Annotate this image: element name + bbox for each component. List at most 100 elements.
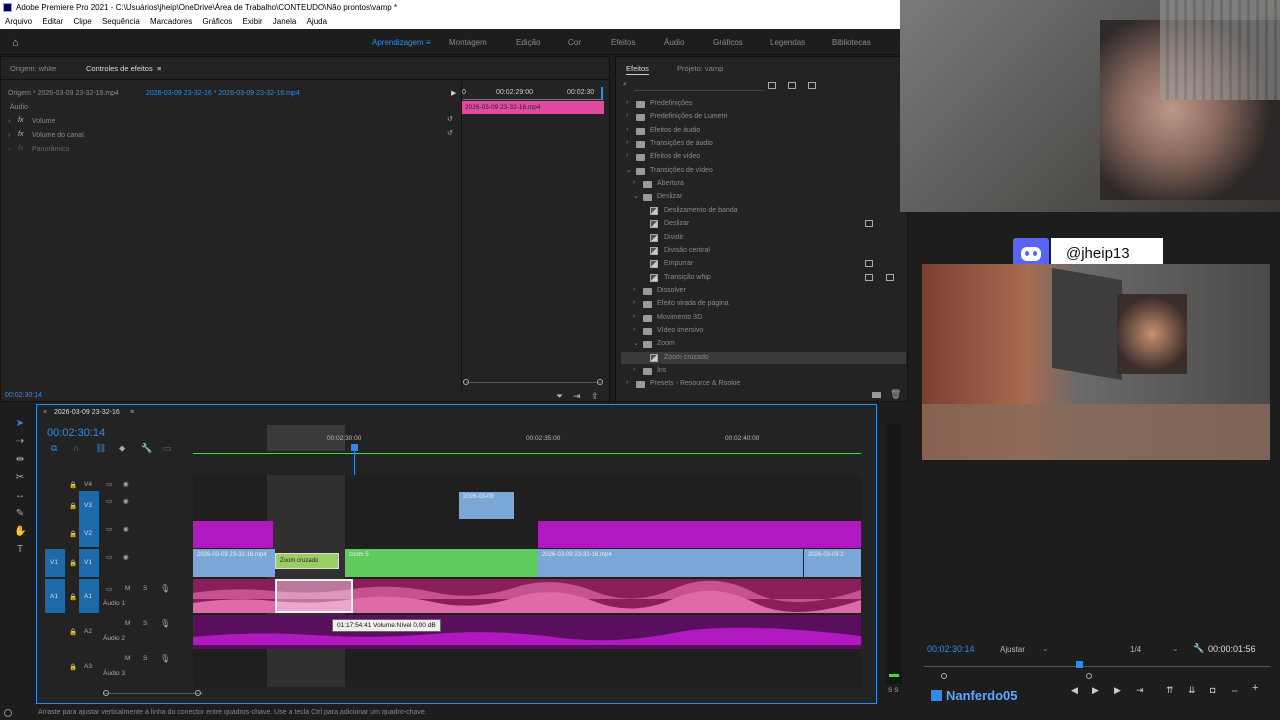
- resolution-dropdown[interactable]: 1/4: [1130, 645, 1141, 654]
- chevron-right-icon[interactable]: ›: [633, 313, 635, 320]
- tab-project[interactable]: Projeto: vamp: [677, 64, 723, 73]
- tree-item[interactable]: Efeitos de vídeo: [650, 153, 700, 160]
- hand-tool-icon[interactable]: ✋: [14, 526, 26, 538]
- solo-button[interactable]: S: [143, 585, 147, 592]
- menu-janela[interactable]: Janela: [273, 15, 297, 29]
- clip-v3[interactable]: 2026-03-09: [459, 492, 514, 519]
- chevron-right-icon[interactable]: ›: [626, 99, 628, 106]
- workspace-tab-montagem[interactable]: Montagem: [449, 38, 487, 47]
- tree-item[interactable]: Zoom: [657, 340, 675, 347]
- toggle-sync-icon[interactable]: ▭: [106, 585, 112, 593]
- tab-effects[interactable]: Efeitos: [626, 64, 649, 73]
- toggle-sync-icon[interactable]: ▭: [106, 553, 112, 561]
- menu-ajuda[interactable]: Ajuda: [307, 15, 327, 29]
- captions-icon[interactable]: ▭: [163, 443, 172, 454]
- effect-row-panner[interactable]: Panorâmico: [32, 146, 69, 153]
- tree-item[interactable]: Movimento 3D: [657, 314, 702, 321]
- tree-item[interactable]: Transições de vídeo: [650, 167, 713, 174]
- clip-a2[interactable]: [193, 615, 861, 649]
- track-v2-label[interactable]: V2: [84, 530, 92, 537]
- type-tool-icon[interactable]: T: [14, 544, 26, 556]
- menu-graficos[interactable]: Gráficos: [203, 15, 233, 29]
- toggle-sync-icon[interactable]: ▭: [106, 525, 112, 533]
- timeline-zoom-bar[interactable]: [103, 693, 203, 694]
- selection-tool-icon[interactable]: ➤: [14, 418, 26, 430]
- workspace-tab-cor[interactable]: Cor: [568, 38, 581, 47]
- workspace-tab-legendas[interactable]: Legendas: [770, 38, 805, 47]
- tree-item[interactable]: Deslizamento de banda: [664, 207, 738, 214]
- lock-icon[interactable]: 🔒: [69, 628, 77, 636]
- step-back-icon[interactable]: ◀: [1071, 685, 1078, 696]
- linked-selection-icon[interactable]: ⛓: [95, 443, 106, 454]
- chevron-right-icon[interactable]: ›: [626, 152, 628, 159]
- program-timecode[interactable]: 00:02:30:14: [927, 644, 975, 654]
- wrench-icon[interactable]: 🔧: [141, 443, 152, 454]
- lift-icon[interactable]: ⇈: [1166, 685, 1174, 696]
- chevron-right-icon[interactable]: ›: [8, 118, 10, 125]
- chevron-right-icon[interactable]: ›: [8, 132, 10, 139]
- program-playhead[interactable]: [1076, 661, 1083, 668]
- chevron-down-icon[interactable]: ⌄: [633, 192, 639, 200]
- tree-item[interactable]: Efeitos de áudio: [650, 127, 700, 134]
- solo-button[interactable]: S: [143, 655, 147, 662]
- add-button-icon[interactable]: +: [1252, 682, 1258, 694]
- eye-icon[interactable]: ◉: [123, 525, 129, 533]
- new-bin-icon[interactable]: [872, 392, 881, 398]
- source-clip-name[interactable]: Origem * 2026-03-09 23-32-16.mp4: [8, 90, 119, 97]
- wrench-icon[interactable]: 🔧: [1193, 643, 1204, 654]
- effect-row-volume[interactable]: Volume: [32, 118, 55, 125]
- mute-button[interactable]: M: [125, 585, 130, 592]
- chevron-down-icon[interactable]: ⌄: [626, 166, 632, 174]
- chevron-down-icon[interactable]: ⌄: [633, 339, 639, 347]
- close-tab-icon[interactable]: ×: [43, 409, 47, 416]
- track-a1-label[interactable]: A1: [84, 593, 92, 600]
- track-select-tool-icon[interactable]: ⇢: [14, 436, 26, 448]
- tree-item[interactable]: Abertura: [657, 180, 684, 187]
- lock-icon[interactable]: 🔒: [69, 663, 77, 671]
- menu-arquivo[interactable]: Arquivo: [5, 15, 32, 29]
- workspace-tab-edicao[interactable]: Edição: [516, 38, 540, 47]
- zoom-scrollbar[interactable]: [466, 382, 601, 383]
- program-zoom-left[interactable]: [941, 673, 947, 679]
- chevron-right-icon[interactable]: ›: [626, 126, 628, 133]
- transition-zoom-cruzado[interactable]: Zoom cruzado: [275, 553, 339, 569]
- tree-item[interactable]: Efeito virada de página: [657, 300, 729, 307]
- pen-tool-icon[interactable]: ✎: [14, 508, 26, 520]
- sequence-menu-icon[interactable]: ≡: [130, 409, 134, 416]
- chevron-right-icon[interactable]: ›: [633, 299, 635, 306]
- extract-icon[interactable]: ⇊: [1188, 685, 1196, 696]
- meter-solo-labels[interactable]: S S: [888, 687, 898, 694]
- delete-icon[interactable]: 🗑: [890, 389, 901, 400]
- fx-icon[interactable]: fx: [18, 117, 23, 124]
- menu-editar[interactable]: Editar: [42, 15, 63, 29]
- workspace-menu-icon[interactable]: ≡: [426, 38, 431, 47]
- chevron-down-icon[interactable]: ⌄: [1042, 644, 1049, 653]
- snap-icon[interactable]: ∩: [73, 443, 79, 453]
- clip-v1-zoom[interactable]: zoom 5: [345, 549, 538, 577]
- compare-icon[interactable]: ⇔: [1230, 685, 1239, 695]
- mic-icon[interactable]: 🎙: [160, 584, 170, 593]
- tree-item[interactable]: Presets - Resource & Rookie: [650, 380, 740, 387]
- tree-item[interactable]: Predefinições: [650, 100, 692, 107]
- track-a2-label[interactable]: A2: [84, 628, 92, 635]
- playhead-marker[interactable]: [601, 87, 603, 99]
- tab-effect-controls[interactable]: Controles de efeitos: [86, 64, 153, 73]
- tree-item[interactable]: Deslizar: [664, 220, 689, 227]
- tree-item[interactable]: Divisão central: [664, 247, 710, 254]
- chevron-right-icon[interactable]: ›: [8, 146, 10, 153]
- lock-icon[interactable]: 🔒: [69, 502, 77, 510]
- play-icon[interactable]: ▶: [1092, 685, 1099, 696]
- 32bit-effects-icon[interactable]: [788, 82, 796, 89]
- chevron-right-icon[interactable]: ›: [626, 139, 628, 146]
- reset-icon[interactable]: ↺: [447, 115, 453, 123]
- effect-row-channel-volume[interactable]: Volume do canal: [32, 132, 84, 139]
- scroll-handle-right[interactable]: [597, 379, 603, 385]
- chevron-right-icon[interactable]: ›: [626, 379, 628, 386]
- workspace-tab-audio[interactable]: Áudio: [664, 38, 684, 47]
- clip-v1-d[interactable]: 2026-03-09 2: [804, 549, 861, 577]
- workspace-tab-aprendizagem[interactable]: Aprendizagem: [372, 38, 424, 47]
- selected-audio-region[interactable]: [275, 579, 353, 613]
- sequence-tab[interactable]: 2026-03-09 23-32-16: [54, 409, 120, 416]
- tree-item[interactable]: Transição whip: [664, 274, 711, 281]
- panel-menu-icon[interactable]: ≡: [157, 64, 161, 73]
